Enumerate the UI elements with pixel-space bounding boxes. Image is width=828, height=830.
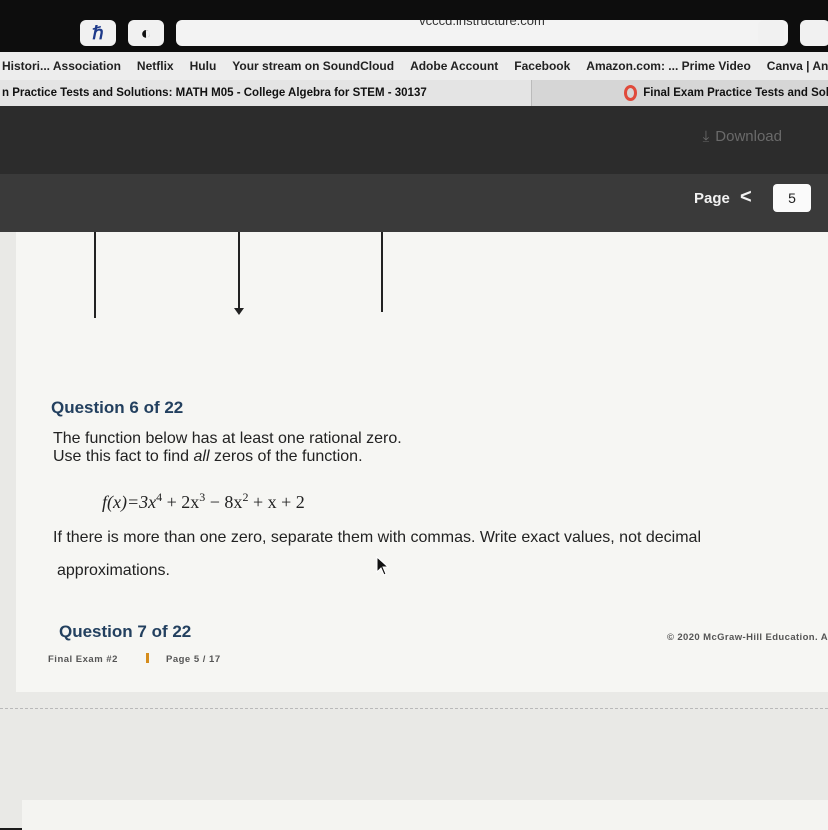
bookmark-history-association[interactable]: Histori... Association [2,59,121,73]
question-6-line-2: Use this fact to find all zeros of the f… [53,448,363,466]
page-label: Page [694,190,730,207]
address-bar[interactable]: vcccd.instructure.com [176,20,788,46]
extension-k-icon[interactable]: ℏ [80,20,116,46]
extension-toggle-icon[interactable]: ◐ [128,20,164,46]
download-icon: ⤓ [702,128,710,145]
bookmark-amazon-prime[interactable]: Amazon.com: ... Prime Video [586,59,750,73]
page-break [0,708,828,710]
question-6-line-1: The function below has at least one rati… [53,430,402,447]
current-page-value: 5 [788,190,796,206]
graph-line-left [94,232,96,318]
page-number-input[interactable]: 5 [773,184,811,212]
graph-arrow-line [234,232,244,315]
url-text: vcccd.instructure.com [419,20,545,28]
graph-line-right [381,232,383,312]
next-pdf-page [22,800,828,830]
document-viewer-header: ⤓ Download [0,106,828,174]
tab-practice-tests-label: n Practice Tests and Solutions: MATH M05… [2,87,427,99]
bookmark-canva[interactable]: Canva | An O... [767,59,828,73]
page-navigation-bar: Page < 5 [0,174,828,232]
previous-page-chevron-icon[interactable]: < [740,186,752,209]
bookmark-hulu[interactable]: Hulu [190,59,217,73]
question-6-line-2-post: zeros of the function. [209,448,363,465]
footer-separator [146,653,149,663]
bookmark-adobe[interactable]: Adobe Account [410,59,498,73]
formula-lhs: f(x)=3x [102,492,157,512]
tab-strip: n Practice Tests and Solutions: MATH M05… [0,80,828,106]
formula-term-3: − 8x [205,492,243,512]
menu-icon[interactable] [800,20,828,46]
instruction-line-2: approximations. [57,562,170,579]
mouse-cursor-icon [376,556,390,576]
function-formula: f(x)=3x4 + 2x3 − 8x2 + x + 2 [102,490,305,513]
question-7-title: Question 7 of 22 [59,622,192,641]
tab-final-exam-label: Final Exam Practice Tests and Sol [643,87,828,99]
footer-exam-name: Final Exam #2 [48,654,118,665]
footer-page-number: Page 5 / 17 [166,654,221,665]
tab-practice-tests[interactable]: n Practice Tests and Solutions: MATH M05… [0,80,532,106]
bookmarks-bar: Histori... Association Netflix Hulu Your… [0,52,828,80]
bookmark-soundcloud[interactable]: Your stream on SoundCloud [232,59,394,73]
download-label: Download [715,128,782,145]
formula-term-4: + x + 2 [248,492,305,512]
download-button[interactable]: ⤓ Download [703,128,782,145]
pdf-scroll-area[interactable]: Question 6 of 22 The function below has … [0,232,828,830]
question-6-line-2-pre: Use this fact to find [53,448,194,465]
bookmark-facebook[interactable]: Facebook [514,59,570,73]
tab-final-exam[interactable]: Final Exam Practice Tests and Sol [531,80,828,106]
browser-title-bar: ℏ ◐ vcccd.instructure.com [0,0,828,52]
bookmark-netflix[interactable]: Netflix [137,59,174,73]
formula-term-2: + 2x [162,492,200,512]
question-6-title: Question 6 of 22 [51,398,184,417]
reload-icon[interactable] [758,20,784,46]
question-6-line-2-emphasis: all [193,448,210,465]
pdf-page: Question 6 of 22 The function below has … [16,232,828,692]
instruction-line-1: If there is more than one zero, separate… [53,529,701,546]
down-arrow-icon [234,308,244,315]
loading-favicon-icon [624,85,638,101]
copyright-notice: © 2020 McGraw-Hill Education. A [666,632,828,643]
